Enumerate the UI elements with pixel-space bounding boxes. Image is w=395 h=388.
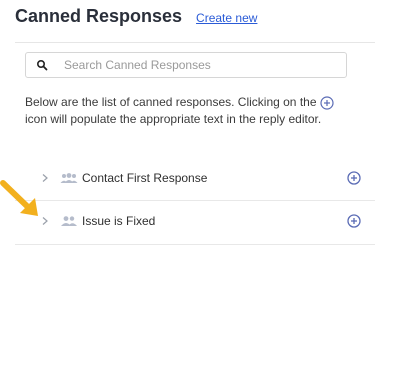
page-title: Canned Responses (15, 6, 183, 26)
instructions-part-1: Below are the list of canned responses. … (25, 95, 317, 109)
pointer-arrow-icon (0, 180, 38, 216)
list-item[interactable]: Issue is Fixed (15, 203, 375, 239)
header-divider (15, 42, 375, 43)
chevron-right-icon[interactable] (40, 173, 50, 183)
add-response-icon[interactable] (347, 171, 361, 185)
plus-circle-icon (319, 96, 334, 110)
list-item[interactable]: Contact First Response (15, 160, 375, 196)
search-box[interactable] (25, 52, 347, 78)
chevron-right-icon[interactable] (40, 216, 50, 226)
instructions-text: Below are the list of canned responses. … (25, 94, 355, 128)
people-icon (61, 216, 77, 226)
item-divider (15, 200, 375, 201)
item-label: Issue is Fixed (82, 214, 156, 228)
create-new-link[interactable]: Create new (196, 11, 257, 25)
people-icon (60, 173, 78, 183)
header: Canned Responses Create new (15, 6, 257, 32)
item-divider (15, 244, 375, 245)
add-response-icon[interactable] (347, 214, 361, 228)
search-input[interactable] (62, 57, 326, 73)
instructions-part-2: icon will populate the appropriate text … (25, 112, 322, 126)
item-label: Contact First Response (82, 171, 208, 185)
search-icon (36, 59, 48, 71)
